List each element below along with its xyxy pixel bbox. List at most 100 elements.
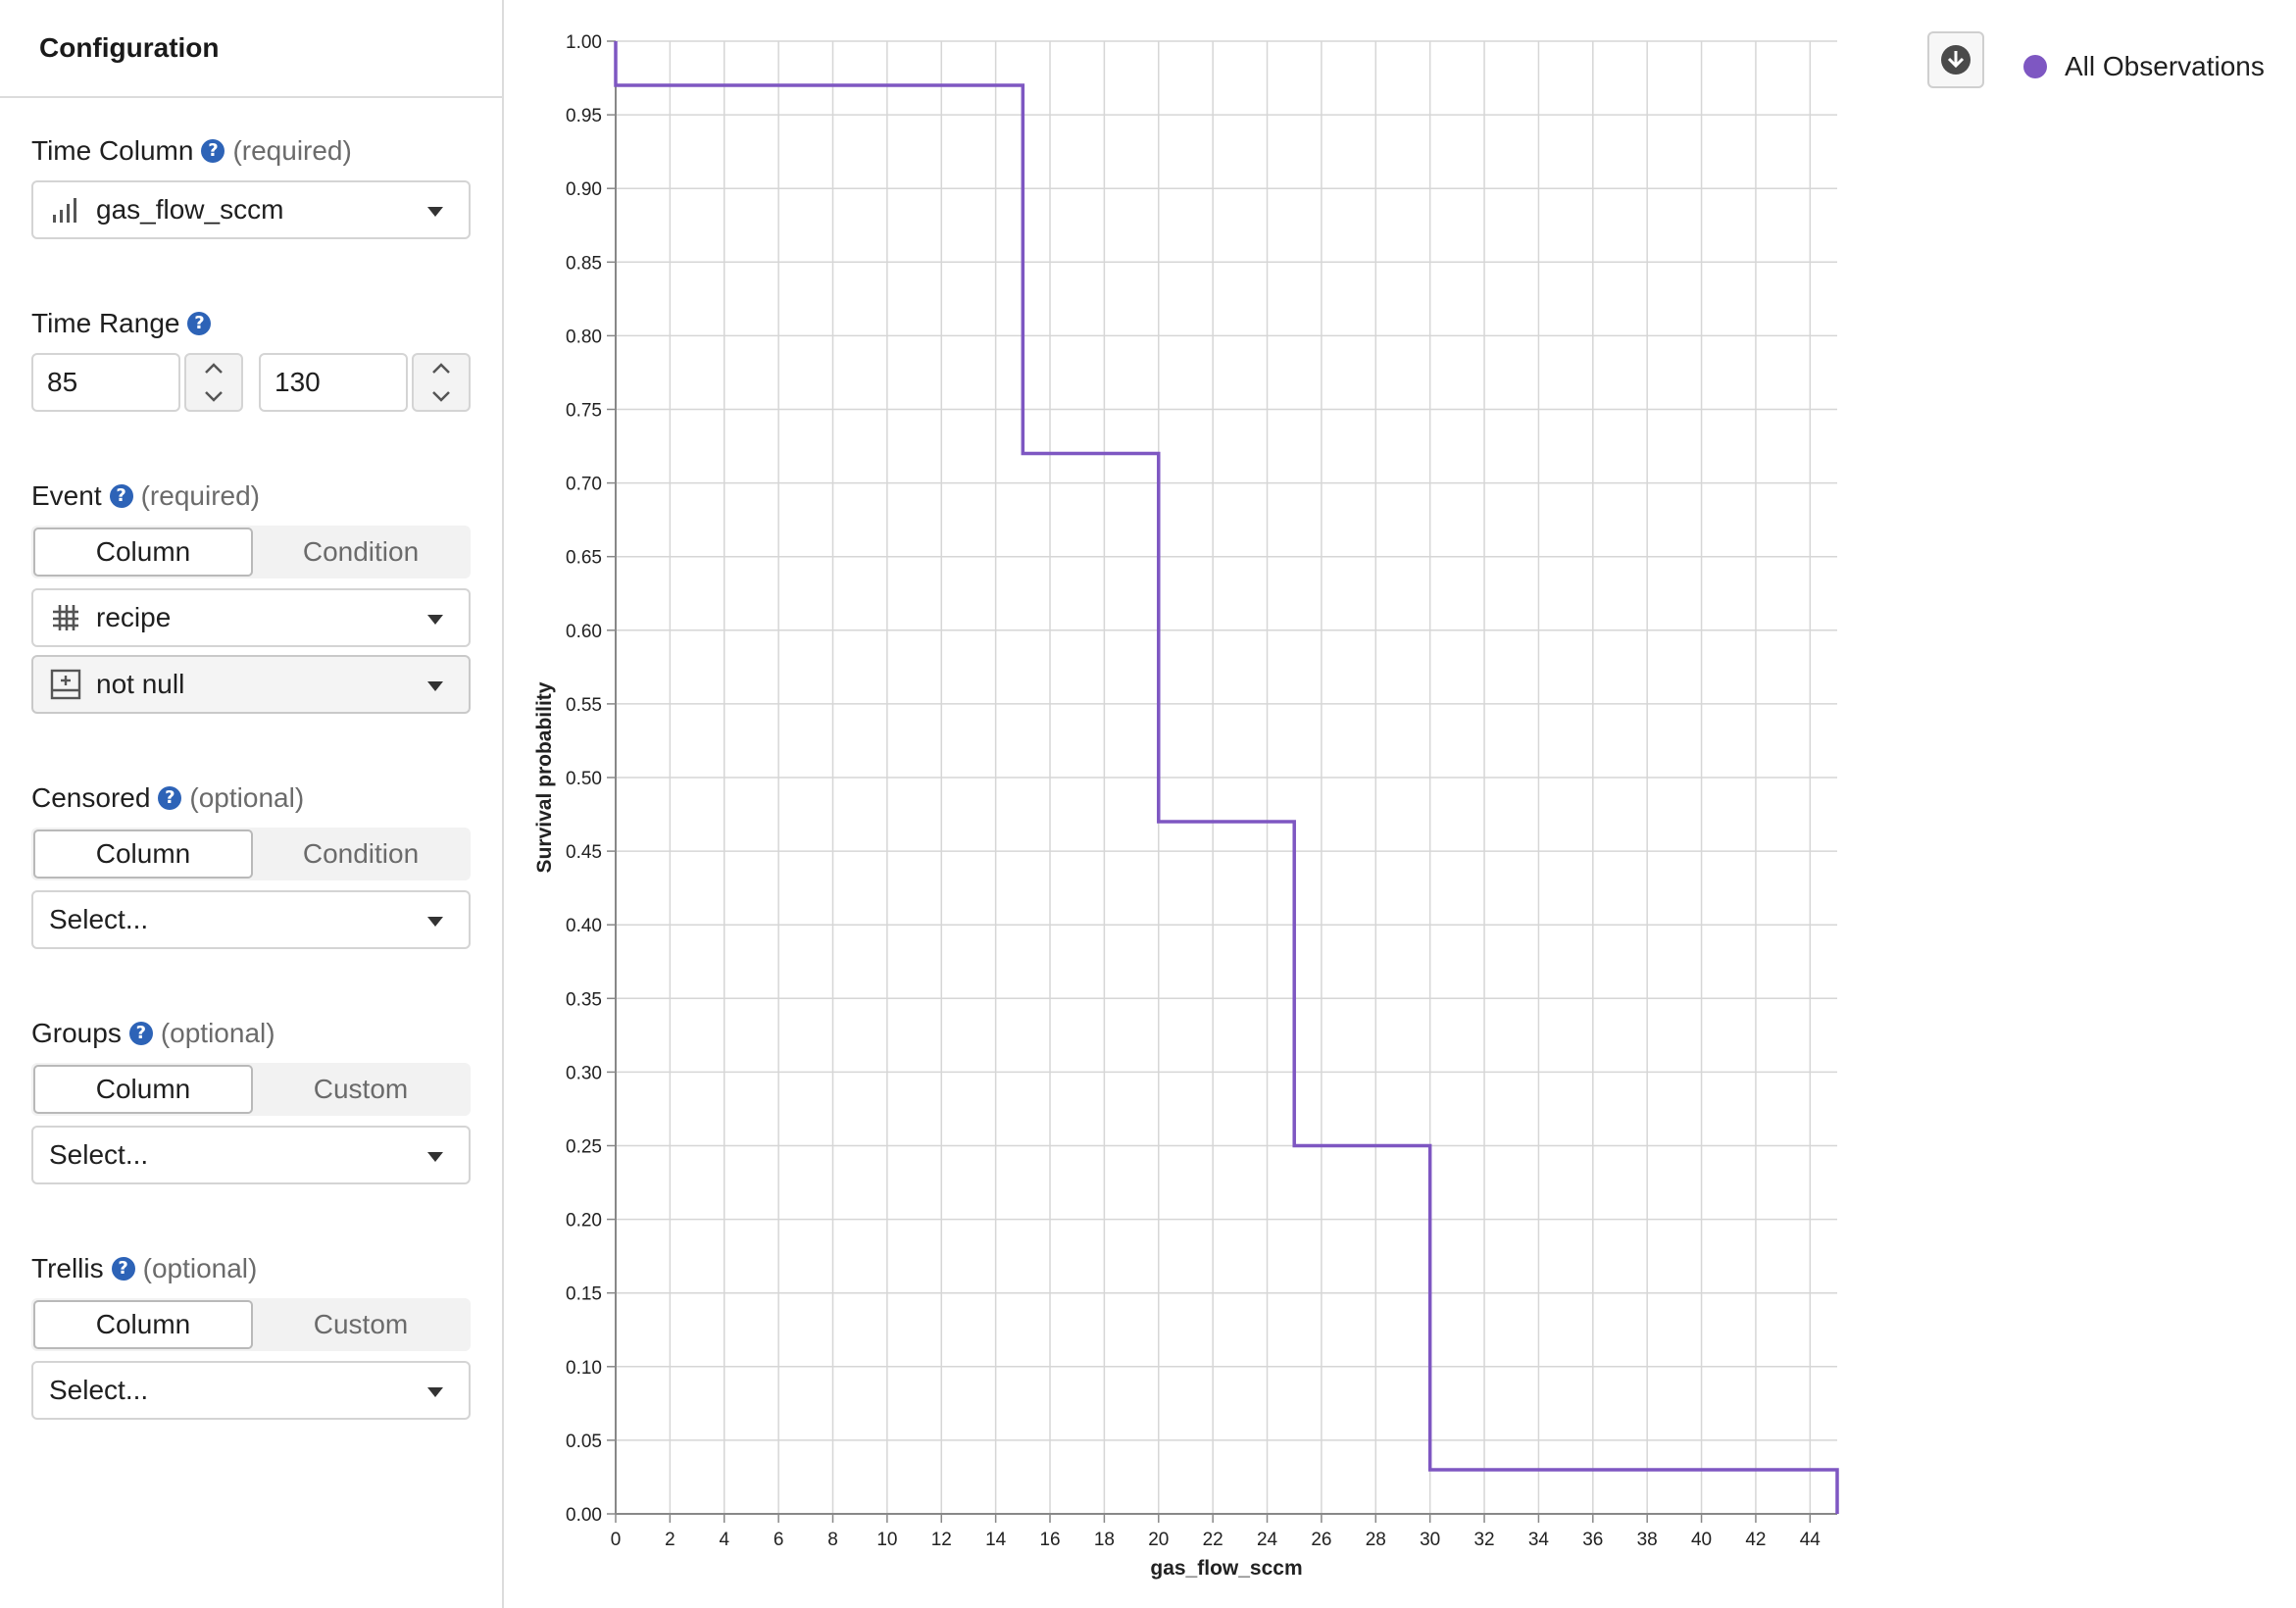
censored-select[interactable]: Select... — [31, 890, 471, 949]
y-tick-label: 0.55 — [566, 695, 602, 716]
event-label: Event — [31, 480, 102, 511]
groups-label-row: Groups ? (optional) — [31, 1018, 275, 1049]
chevron-down-icon — [427, 681, 443, 691]
help-icon[interactable]: ? — [158, 786, 182, 810]
chevron-down-icon[interactable] — [430, 389, 452, 403]
censored-mode-toggle: Column Condition — [31, 828, 471, 880]
legend-label[interactable]: All Observations — [2065, 51, 2265, 82]
required-hint: (required) — [232, 135, 352, 166]
time-range-min-stepper[interactable] — [184, 353, 243, 412]
x-tick-label: 44 — [1800, 1530, 1822, 1550]
help-icon[interactable]: ? — [111, 1257, 135, 1281]
chevron-down-icon — [427, 207, 443, 217]
help-icon[interactable]: ? — [201, 139, 225, 163]
x-tick-label: 10 — [876, 1530, 897, 1550]
help-icon[interactable]: ? — [187, 312, 212, 335]
trellis-select[interactable]: Select... — [31, 1361, 471, 1420]
chevron-up-icon[interactable] — [203, 362, 225, 376]
time-column-select[interactable]: gas_flow_sccm — [31, 180, 471, 239]
download-button[interactable] — [1927, 31, 1984, 88]
bar-chart-icon — [49, 193, 82, 226]
help-icon[interactable]: ? — [109, 484, 133, 508]
help-icon[interactable]: ? — [128, 1022, 153, 1045]
censored-label: Censored — [31, 782, 151, 813]
required-hint: (required) — [140, 480, 260, 511]
x-tick-label: 26 — [1311, 1530, 1331, 1550]
trellis-label: Trellis — [31, 1253, 104, 1283]
y-tick-label: 0.30 — [566, 1063, 602, 1083]
x-tick-label: 42 — [1745, 1530, 1766, 1550]
x-tick-label: 32 — [1473, 1530, 1494, 1550]
time-column-label: Time Column — [31, 135, 194, 166]
y-tick-label: 0.60 — [566, 622, 602, 642]
y-tick-label: 0.80 — [566, 327, 602, 347]
plus-box-icon — [49, 668, 82, 701]
survival-chart: 0 2 4 6 8 10 12 14 16 18 20 22 24 26 28 30 32 34 36 38 40 42 4… — [533, 32, 1839, 1580]
chart-legend: All Observations — [2023, 51, 2265, 82]
groups-select[interactable]: Select... — [31, 1126, 471, 1184]
chevron-down-icon[interactable] — [203, 389, 225, 403]
tab-column[interactable]: Column — [33, 528, 253, 577]
event-label-row: Event ? (required) — [31, 480, 260, 512]
x-tick-label: 4 — [719, 1530, 729, 1550]
x-tick-label: 22 — [1203, 1530, 1223, 1550]
x-tick-label: 0 — [611, 1530, 622, 1550]
tab-column[interactable]: Column — [33, 1065, 253, 1114]
x-tick-label: 14 — [985, 1530, 1007, 1550]
groups-placeholder: Select... — [49, 1139, 149, 1170]
event-column-select[interactable]: recipe — [31, 588, 471, 647]
optional-hint: (optional) — [160, 1018, 275, 1048]
time-range-max-value: 130 — [275, 367, 321, 397]
y-tick-label: 0.00 — [566, 1505, 602, 1526]
time-column-label-row: Time Column ? (required) — [31, 135, 352, 167]
y-tick-label: 0.95 — [566, 106, 602, 126]
x-tick-label: 20 — [1148, 1530, 1169, 1550]
x-axis-title: gas_flow_sccm — [1150, 1557, 1302, 1580]
grid-icon — [49, 601, 82, 634]
event-column-value: recipe — [96, 602, 172, 632]
x-tick-label: 8 — [827, 1530, 838, 1550]
tab-custom[interactable]: Custom — [253, 1065, 469, 1114]
y-tick-label: 0.70 — [566, 475, 602, 495]
censored-label-row: Censored ? (optional) — [31, 782, 304, 814]
event-mode-toggle: Column Condition — [31, 526, 471, 578]
x-tick-label: 36 — [1582, 1530, 1603, 1550]
y-tick-label: 0.75 — [566, 401, 602, 422]
tab-condition[interactable]: Condition — [253, 829, 469, 879]
x-tick-label: 38 — [1637, 1530, 1658, 1550]
trellis-label-row: Trellis ? (optional) — [31, 1253, 257, 1284]
panel-title: Configuration — [39, 32, 220, 63]
y-tick-label: 0.40 — [566, 916, 602, 936]
x-tick-label: 18 — [1094, 1530, 1115, 1550]
groups-mode-toggle: Column Custom — [31, 1063, 471, 1116]
time-range-label-row: Time Range ? — [31, 308, 212, 339]
groups-label: Groups — [31, 1018, 122, 1048]
x-tick-label: 30 — [1420, 1530, 1440, 1550]
y-tick-label: 0.65 — [566, 548, 602, 569]
time-range-min-value: 85 — [47, 367, 78, 397]
time-range-max-input[interactable]: 130 — [259, 353, 408, 412]
event-condition-select[interactable]: not null — [31, 655, 471, 714]
tab-custom[interactable]: Custom — [253, 1300, 469, 1349]
chevron-down-icon — [427, 615, 443, 625]
y-tick-label: 0.50 — [566, 769, 602, 789]
time-range-min-input[interactable]: 85 — [31, 353, 180, 412]
y-tick-label: 0.20 — [566, 1211, 602, 1231]
download-icon — [1941, 45, 1971, 75]
optional-hint: (optional) — [142, 1253, 258, 1283]
event-condition-value: not null — [96, 669, 185, 699]
y-tick-label: 1.00 — [566, 32, 602, 53]
x-tick-label: 2 — [665, 1530, 675, 1550]
tab-condition[interactable]: Condition — [253, 528, 469, 577]
chevron-up-icon[interactable] — [430, 362, 452, 376]
tab-column[interactable]: Column — [33, 829, 253, 879]
time-column-value: gas_flow_sccm — [96, 194, 284, 225]
y-tick-label: 0.35 — [566, 989, 602, 1010]
chevron-down-icon — [427, 1387, 443, 1397]
censored-placeholder: Select... — [49, 904, 149, 934]
x-tick-label: 34 — [1528, 1530, 1550, 1550]
chart-area: 0 2 4 6 8 10 12 14 16 18 20 22 24 26 28 30 32 34 36 38 40 42 4… — [506, 0, 2296, 1608]
tab-column[interactable]: Column — [33, 1300, 253, 1349]
time-range-max-stepper[interactable] — [412, 353, 471, 412]
x-tick-label: 40 — [1691, 1530, 1712, 1550]
